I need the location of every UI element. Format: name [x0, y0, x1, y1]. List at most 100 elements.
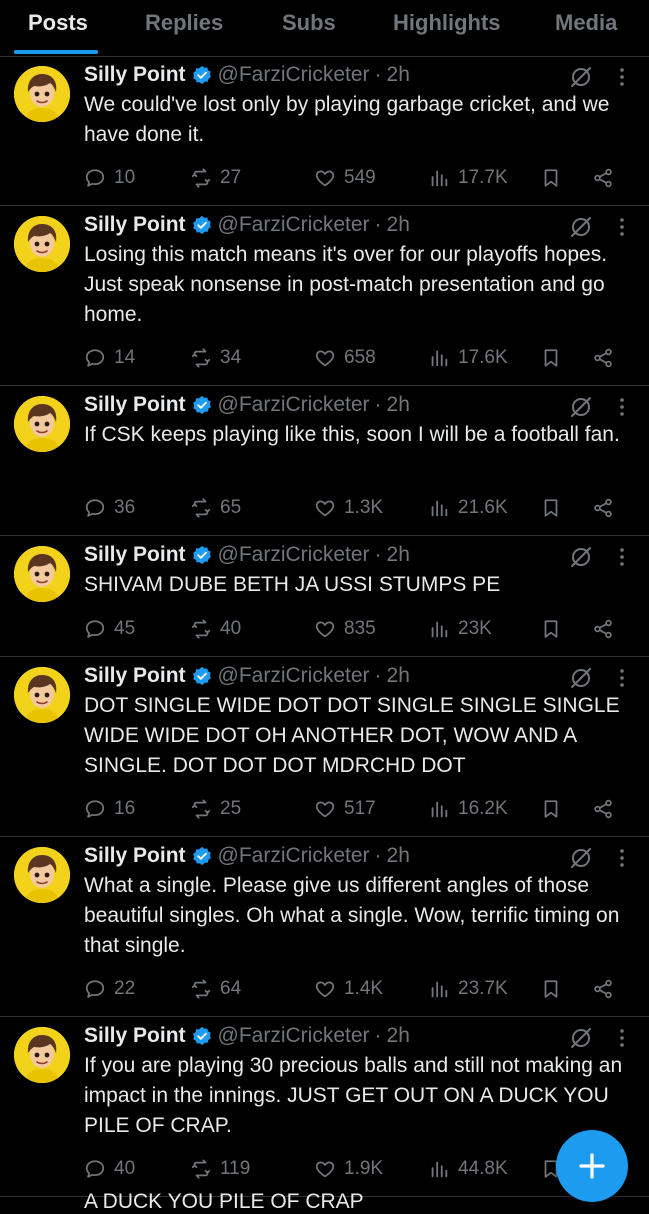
author-name[interactable]: Silly Point: [84, 664, 186, 688]
tab-highlights[interactable]: Highlights: [393, 10, 501, 36]
author-name[interactable]: Silly Point: [84, 1024, 186, 1048]
author-handle[interactable]: @FarziCricketer: [218, 543, 370, 567]
reply-button[interactable]: 45: [84, 614, 135, 644]
grok-icon[interactable]: [569, 846, 593, 870]
tweet[interactable]: Silly Point @FarziCricketer · 2h DOT SINGLE …: [0, 657, 649, 837]
tab-media[interactable]: Media: [555, 10, 617, 36]
tweet[interactable]: Silly Point @FarziCricketer · 2h What a sing…: [0, 837, 649, 1017]
grok-icon[interactable]: [569, 395, 593, 419]
views-button[interactable]: 17.7K: [428, 163, 508, 193]
tweet-text: If you are playing 30 precious balls and…: [84, 1054, 623, 1137]
tab-replies[interactable]: Replies: [145, 10, 223, 36]
avatar[interactable]: [14, 847, 70, 903]
reply-button[interactable]: 14: [84, 343, 135, 373]
like-button[interactable]: 1.9K: [314, 1154, 383, 1184]
reply-button[interactable]: 40: [84, 1154, 135, 1184]
bookmark-button[interactable]: [540, 343, 570, 373]
repost-button[interactable]: 40: [190, 614, 241, 644]
bookmark-button[interactable]: [540, 163, 570, 193]
views-button[interactable]: 23.7K: [428, 974, 508, 1004]
share-button[interactable]: [592, 974, 622, 1004]
avatar[interactable]: [14, 667, 70, 723]
repost-button[interactable]: 25: [190, 794, 241, 824]
more-icon[interactable]: [619, 68, 625, 86]
more-icon[interactable]: [619, 548, 625, 566]
author-handle[interactable]: @FarziCricketer: [218, 664, 370, 688]
timestamp[interactable]: 2h: [387, 543, 410, 567]
avatar[interactable]: [14, 396, 70, 452]
timestamp[interactable]: 2h: [387, 1024, 410, 1048]
author-name[interactable]: Silly Point: [84, 213, 186, 237]
more-icon[interactable]: [619, 849, 625, 867]
like-button[interactable]: 517: [314, 794, 376, 824]
tab-subs[interactable]: Subs: [282, 10, 336, 36]
tab-posts[interactable]: Posts: [28, 10, 88, 36]
author-handle[interactable]: @FarziCricketer: [218, 1024, 370, 1048]
repost-button[interactable]: 65: [190, 493, 241, 523]
heart-icon: [314, 798, 344, 820]
grok-icon[interactable]: [569, 215, 593, 239]
more-icon[interactable]: [619, 218, 625, 236]
timestamp[interactable]: 2h: [387, 213, 410, 237]
bookmark-button[interactable]: [540, 614, 570, 644]
avatar[interactable]: [14, 66, 70, 122]
author-name[interactable]: Silly Point: [84, 393, 186, 417]
like-button[interactable]: 658: [314, 343, 376, 373]
avatar[interactable]: [14, 216, 70, 272]
share-button[interactable]: [592, 614, 622, 644]
like-button[interactable]: 1.3K: [314, 493, 383, 523]
avatar[interactable]: [14, 1027, 70, 1083]
author-name[interactable]: Silly Point: [84, 63, 186, 87]
author-handle[interactable]: @FarziCricketer: [218, 213, 370, 237]
grok-icon[interactable]: [569, 545, 593, 569]
tweet-header: Silly Point @FarziCricketer · 2h: [84, 1022, 629, 1050]
more-icon[interactable]: [619, 398, 625, 416]
views-button[interactable]: 17.6K: [428, 343, 508, 373]
timestamp[interactable]: 2h: [387, 844, 410, 868]
share-button[interactable]: [592, 343, 622, 373]
share-button[interactable]: [592, 493, 622, 523]
compose-button[interactable]: [556, 1130, 628, 1202]
more-icon[interactable]: [619, 1029, 625, 1047]
grok-icon[interactable]: [569, 65, 593, 89]
timestamp[interactable]: 2h: [387, 63, 410, 87]
timestamp[interactable]: 2h: [387, 393, 410, 417]
author-handle[interactable]: @FarziCricketer: [218, 844, 370, 868]
author-name[interactable]: Silly Point: [84, 543, 186, 567]
grok-icon[interactable]: [569, 666, 593, 690]
author-name[interactable]: Silly Point: [84, 844, 186, 868]
views-button[interactable]: 21.6K: [428, 493, 508, 523]
reply-button[interactable]: 22: [84, 974, 135, 1004]
view-count: 17.6K: [458, 347, 508, 368]
timestamp[interactable]: 2h: [387, 664, 410, 688]
author-handle[interactable]: @FarziCricketer: [218, 63, 370, 87]
views-button[interactable]: 16.2K: [428, 794, 508, 824]
share-button[interactable]: [592, 163, 622, 193]
bookmark-button[interactable]: [540, 794, 570, 824]
views-button[interactable]: 23K: [428, 614, 492, 644]
avatar[interactable]: [14, 546, 70, 602]
author-handle[interactable]: @FarziCricketer: [218, 393, 370, 417]
reply-button[interactable]: 16: [84, 794, 135, 824]
tweet[interactable]: Silly Point @FarziCricketer · 2h If you are …: [0, 1017, 649, 1197]
tweet[interactable]: Silly Point @FarziCricketer · 2h SHIVAM DUBE…: [0, 536, 649, 657]
tweet[interactable]: Silly Point @FarziCricketer · 2h We could've…: [0, 56, 649, 206]
reply-button[interactable]: 10: [84, 163, 135, 193]
like-button[interactable]: 1.4K: [314, 974, 383, 1004]
grok-icon[interactable]: [569, 1026, 593, 1050]
partial-tweet-text: A DUCK YOU PILE OF CRAP: [84, 1190, 364, 1213]
views-button[interactable]: 44.8K: [428, 1154, 508, 1184]
share-button[interactable]: [592, 794, 622, 824]
repost-button[interactable]: 119: [190, 1154, 250, 1184]
repost-button[interactable]: 34: [190, 343, 241, 373]
reply-button[interactable]: 36: [84, 493, 135, 523]
like-button[interactable]: 549: [314, 163, 376, 193]
like-button[interactable]: 835: [314, 614, 376, 644]
bookmark-button[interactable]: [540, 974, 570, 1004]
tweet[interactable]: Silly Point @FarziCricketer · 2h Losing this…: [0, 206, 649, 386]
repost-button[interactable]: 64: [190, 974, 241, 1004]
tweet[interactable]: Silly Point @FarziCricketer · 2h If CSK keep…: [0, 386, 649, 536]
repost-button[interactable]: 27: [190, 163, 241, 193]
more-icon[interactable]: [619, 669, 625, 687]
bookmark-button[interactable]: [540, 493, 570, 523]
